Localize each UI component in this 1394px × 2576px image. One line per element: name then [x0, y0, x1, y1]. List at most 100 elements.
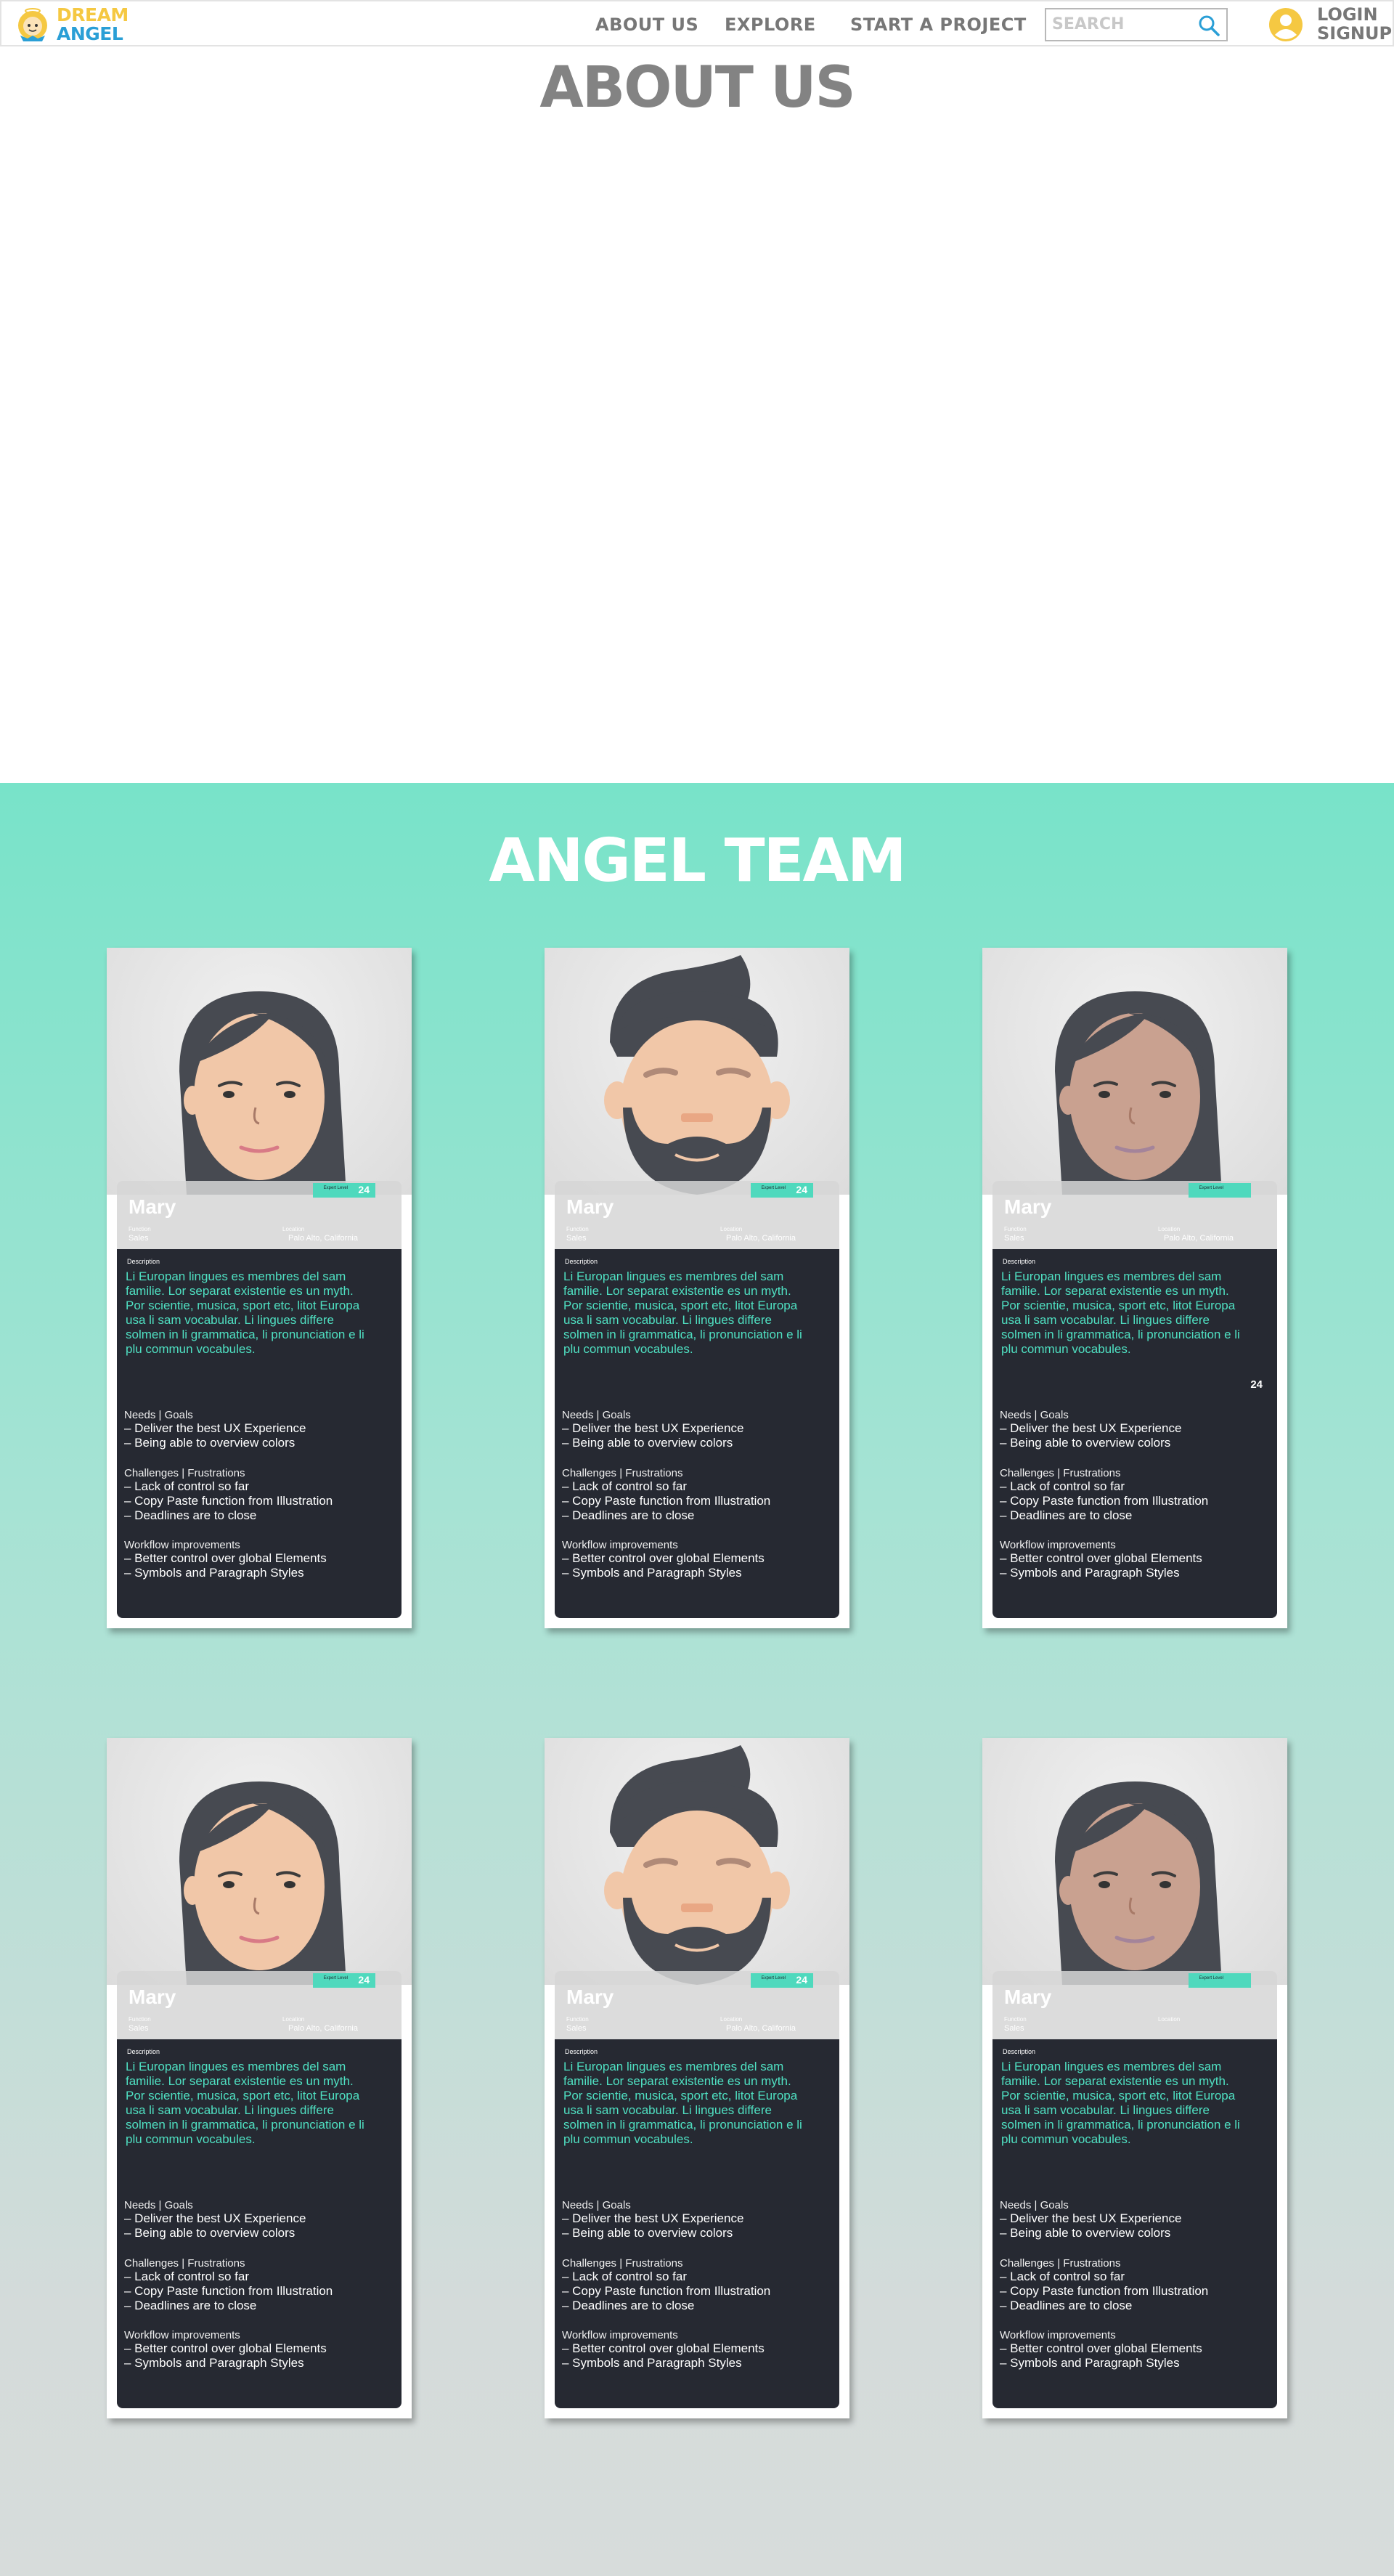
member-name: Mary	[566, 1986, 614, 2008]
needs-heading: Needs | Goals	[124, 1409, 193, 1421]
description-label: Description	[1003, 1258, 1036, 1265]
badge-number: 24	[796, 1974, 807, 1986]
challenge-item: – Deadlines are to close	[562, 1508, 695, 1522]
needs-goals-section: Needs | Goals – Deliver the best UX Expe…	[1000, 1409, 1268, 1450]
challenges-heading: Challenges | Frustrations	[1000, 2257, 1121, 2270]
challenges-heading: Challenges | Frustrations	[562, 1467, 683, 1479]
nav-about-us[interactable]: ABOUT US	[595, 15, 698, 35]
challenges-section: Challenges | Frustrations – Lack of cont…	[1000, 2257, 1268, 2313]
workflow-item: – Better control over global Elements	[124, 1551, 327, 1565]
nav-explore[interactable]: EXPLORE	[725, 15, 816, 35]
function-label: Function	[129, 2016, 151, 2023]
member-description: Li Europan lingues es membres del sam fa…	[126, 1269, 364, 1356]
workflow-heading: Workflow improvements	[562, 1539, 678, 1551]
member-detail-panel: Description Li Europan lingues es membre…	[992, 2039, 1277, 2408]
function-label: Function	[129, 1226, 151, 1232]
member-portrait	[107, 948, 412, 1195]
member-portrait	[545, 948, 849, 1195]
member-detail-panel: Description Li Europan lingues es membre…	[117, 2039, 402, 2408]
member-info-strip: Mary Expert Level Function Sales Locatio…	[992, 1971, 1277, 2039]
challenge-item: – Copy Paste function from Illustration	[1000, 1494, 1209, 1508]
challenge-item: – Lack of control so far	[124, 2270, 249, 2283]
signup-label: SIGNUP	[1317, 23, 1393, 44]
location-label: Location	[720, 2016, 743, 2023]
needs-heading: Needs | Goals	[124, 2199, 193, 2211]
member-description: Li Europan lingues es membres del sam fa…	[1001, 2060, 1240, 2146]
member-detail-panel: Description Li Europan lingues es membre…	[992, 1249, 1277, 1618]
workflow-item: – Symbols and Paragraph Styles	[124, 1566, 304, 1580]
challenge-item: – Deadlines are to close	[1000, 2299, 1133, 2312]
location-value: Palo Alto, California	[288, 2024, 358, 2033]
user-avatar-icon[interactable]	[1268, 7, 1303, 42]
need-item: – Deliver the best UX Experience	[1000, 2211, 1182, 2225]
about-us-heading: ABOUT US	[539, 55, 855, 121]
challenges-heading: Challenges | Frustrations	[124, 2257, 245, 2270]
badge-number: 24	[796, 1184, 807, 1195]
location-label: Location	[1158, 1226, 1181, 1232]
team-member-card[interactable]: Mary Expert Level 24 Function Sales Loca…	[107, 948, 412, 1628]
workflow-heading: Workflow improvements	[124, 1539, 240, 1551]
team-member-card[interactable]: Mary Expert Level 24 Function Sales Loca…	[545, 948, 849, 1628]
needs-heading: Needs | Goals	[562, 1409, 631, 1421]
badge-number: 24	[358, 1974, 370, 1986]
workflow-section: Workflow improvements – Better control o…	[124, 2329, 393, 2370]
team-member-card[interactable]: Mary Expert Level 24 Function Sales Loca…	[107, 1738, 412, 2418]
member-info-strip: Mary Expert Level 24 Function Sales Loca…	[117, 1181, 402, 1249]
team-member-card[interactable]: Mary Expert Level Function Sales Locatio…	[982, 1738, 1287, 2418]
challenges-heading: Challenges | Frustrations	[124, 1467, 245, 1479]
challenge-item: – Lack of control so far	[562, 1479, 687, 1493]
challenge-item: – Deadlines are to close	[124, 2299, 257, 2312]
function-value: Sales	[566, 1234, 587, 1243]
workflow-item: – Better control over global Elements	[1000, 2341, 1202, 2355]
nav-start-project[interactable]: START A PROJECT	[850, 15, 1027, 35]
team-member-card[interactable]: Mary Expert Level 24 Function Sales Loca…	[545, 1738, 849, 2418]
workflow-section: Workflow improvements – Better control o…	[562, 1539, 831, 1580]
login-signup-link[interactable]: LOGIN SIGNUP	[1317, 5, 1392, 43]
member-portrait	[982, 948, 1287, 1195]
logo[interactable]: DREAM ANGEL	[15, 4, 129, 45]
workflow-item: – Better control over global Elements	[1000, 1551, 1202, 1565]
member-name: Mary	[566, 1195, 614, 1218]
need-item: – Deliver the best UX Experience	[1000, 1421, 1182, 1435]
workflow-item: – Symbols and Paragraph Styles	[124, 2356, 304, 2370]
expert-level-badge: Expert Level	[1189, 1183, 1251, 1198]
member-description: Li Europan lingues es membres del sam fa…	[126, 2060, 364, 2146]
function-value: Sales	[129, 2024, 149, 2033]
avatar-illustration	[1055, 991, 1222, 1195]
location-value: Palo Alto, California	[726, 1234, 796, 1243]
description-label: Description	[127, 1258, 160, 1265]
expert-level-badge: Expert Level	[1189, 1973, 1251, 1988]
location-label: Location	[282, 2016, 305, 2023]
workflow-section: Workflow improvements – Better control o…	[1000, 1539, 1268, 1580]
member-name: Mary	[129, 1195, 176, 1218]
challenge-item: – Copy Paste function from Illustration	[124, 1494, 333, 1508]
challenge-item: – Deadlines are to close	[562, 2299, 695, 2312]
need-item: – Being able to overview colors	[124, 2226, 295, 2240]
team-member-card[interactable]: Mary Expert Level Function Sales Locatio…	[982, 948, 1287, 1628]
avatar-illustration	[179, 991, 346, 1195]
search-input[interactable]	[1052, 9, 1190, 38]
workflow-heading: Workflow improvements	[124, 2329, 240, 2341]
member-description: Li Europan lingues es membres del sam fa…	[1001, 1269, 1240, 1356]
function-label: Function	[1004, 2016, 1027, 2023]
search-icon[interactable]	[1197, 14, 1220, 37]
workflow-heading: Workflow improvements	[1000, 1539, 1116, 1551]
challenges-heading: Challenges | Frustrations	[1000, 1467, 1121, 1479]
location-value: Palo Alto, California	[1164, 1234, 1234, 1243]
expert-level-badge: Expert Level 24	[313, 1973, 375, 1988]
needs-goals-section: Needs | Goals – Deliver the best UX Expe…	[562, 2199, 831, 2240]
need-item: – Deliver the best UX Experience	[124, 1421, 306, 1435]
workflow-item: – Better control over global Elements	[562, 2341, 765, 2355]
function-label: Function	[566, 1226, 589, 1232]
description-label: Description	[565, 1258, 598, 1265]
function-value: Sales	[1004, 2024, 1024, 2033]
need-item: – Deliver the best UX Experience	[562, 2211, 744, 2225]
workflow-item: – Better control over global Elements	[124, 2341, 327, 2355]
badge-label: Expert Level	[1199, 1976, 1223, 1980]
logo-wordmark: DREAM ANGEL	[57, 6, 129, 44]
angel-team-heading: ANGEL TEAM	[489, 826, 906, 895]
challenge-item: – Copy Paste function from Illustration	[562, 1494, 771, 1508]
challenges-section: Challenges | Frustrations – Lack of cont…	[124, 1467, 393, 1523]
need-item: – Being able to overview colors	[124, 1436, 295, 1450]
needs-heading: Needs | Goals	[1000, 1409, 1069, 1421]
